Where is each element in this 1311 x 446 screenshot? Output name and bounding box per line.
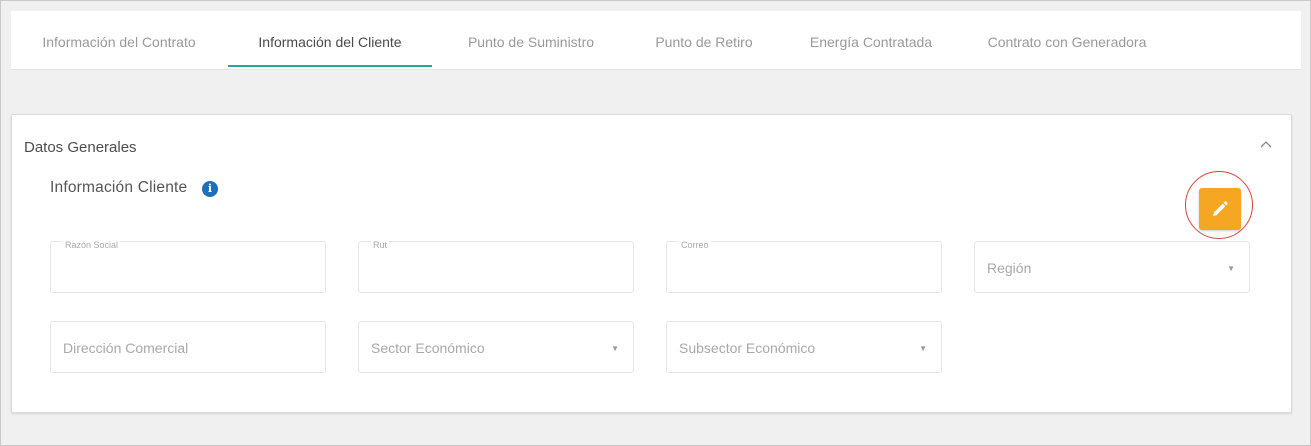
chevron-up-icon[interactable] — [1259, 137, 1273, 151]
sector-economico-select[interactable]: Sector Económico ▼ — [358, 321, 634, 373]
dropdown-caret-icon: ▼ — [919, 344, 927, 353]
dropdown-caret-icon: ▼ — [1227, 264, 1235, 273]
region-placeholder: Región — [987, 260, 1032, 276]
tab-bar: Información del Contrato Información del… — [11, 11, 1301, 70]
tab-punto-retiro[interactable]: Punto de Retiro — [639, 11, 769, 65]
tab-punto-suministro[interactable]: Punto de Suministro — [451, 11, 611, 65]
razon-social-label: Razón Social — [63, 240, 121, 250]
tab-contrato-generadora[interactable]: Contrato con Generadora — [979, 11, 1155, 65]
tab-informacion-cliente[interactable]: Información del Cliente — [228, 11, 432, 67]
correo-label: Correo — [679, 240, 711, 250]
page-frame: Información del Contrato Información del… — [0, 0, 1311, 446]
direccion-placeholder: Dirección Comercial — [63, 340, 189, 356]
subsector-economico-select[interactable]: Subsector Económico ▼ — [666, 321, 942, 373]
tab-energia-contratada[interactable]: Energía Contratada — [801, 11, 941, 65]
panel-title: Datos Generales — [24, 139, 137, 156]
sector-placeholder: Sector Económico — [371, 340, 485, 356]
correo-field[interactable]: Correo — [666, 240, 942, 293]
direccion-comercial-field[interactable]: Dirección Comercial — [50, 321, 326, 373]
subsector-placeholder: Subsector Económico — [679, 340, 816, 356]
info-icon[interactable]: i — [202, 181, 218, 197]
edit-button[interactable] — [1199, 188, 1241, 230]
rut-field[interactable]: Rut — [358, 240, 634, 293]
section-title: Información Cliente — [50, 179, 188, 196]
region-select[interactable]: Región ▼ — [974, 241, 1250, 293]
datos-generales-panel: Datos Generales Información Cliente i Ra… — [11, 114, 1292, 413]
tab-informacion-contrato[interactable]: Información del Contrato — [31, 11, 207, 65]
dropdown-caret-icon: ▼ — [611, 344, 619, 353]
razon-social-field[interactable]: Razón Social — [50, 240, 326, 293]
pencil-icon — [1213, 201, 1228, 216]
rut-label: Rut — [371, 240, 390, 250]
